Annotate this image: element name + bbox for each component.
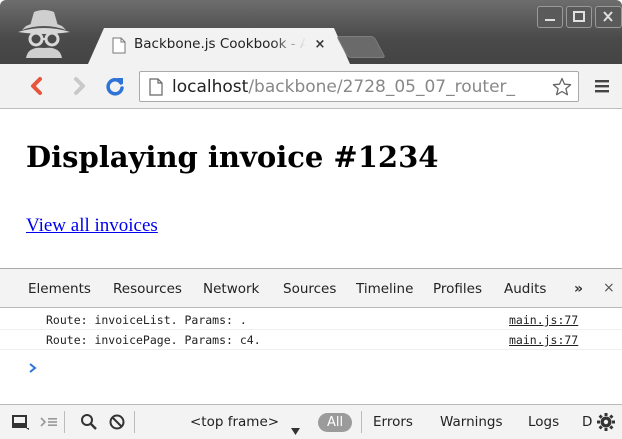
url-host: localhost [172,77,249,97]
toolbar-divider [134,411,135,433]
page-content: Displaying invoice #1234 View all invoic… [0,110,622,268]
filter-warnings[interactable]: Warnings [440,414,503,430]
tab-elements[interactable]: Elements [28,281,91,299]
url-text[interactable]: localhost/backbone/2728_05_07_router_ [172,76,552,100]
console-panel: Route: invoiceList. Params: . main.js:77… [0,308,622,404]
tab-sources[interactable]: Sources [283,281,336,299]
devtools-bottom-bar: <top frame> All Errors Warnings Logs D [0,404,622,439]
show-drawer-icon[interactable] [40,413,58,431]
console-prompt-icon[interactable] [28,359,38,373]
page-icon [149,78,163,96]
maximize-button[interactable] [566,6,592,28]
gear-icon[interactable] [596,412,616,432]
browser-tab[interactable]: Backbone.js Cookbook - A × [88,28,350,64]
filter-debug[interactable]: D [582,414,592,430]
filter-logs[interactable]: Logs [528,414,559,430]
tab-audits[interactable]: Audits [504,281,546,299]
tab-resources[interactable]: Resources [113,281,182,299]
dock-icon[interactable] [12,413,30,431]
frame-select[interactable]: <top frame> [190,414,279,430]
browser-toolbar: localhost/backbone/2728_05_07_router_ [0,64,622,109]
back-icon[interactable] [26,75,48,97]
console-message: Route: invoiceList. Params: . main.js:77 [0,310,622,330]
tab-close-button[interactable]: × [312,37,328,53]
tab-title: Backbone.js Cookbook - A [134,36,306,52]
menu-icon[interactable] [593,77,611,95]
console-message-text: Route: invoiceList. Params: . [46,313,247,327]
toolbar-divider [361,411,362,433]
forward-icon[interactable] [68,75,90,97]
search-icon[interactable] [80,413,98,431]
view-all-invoices-link[interactable]: View all invoices [26,215,158,237]
page-heading: Displaying invoice #1234 [26,140,439,174]
more-tabs-button[interactable]: » [574,281,583,297]
console-message: Route: invoicePage. Params: c4. main.js:… [0,330,622,350]
reload-icon[interactable] [104,75,126,97]
close-window-button[interactable] [595,6,622,28]
filter-all[interactable]: All [318,413,352,432]
devtools-tabbar: Elements Resources Network Sources Timel… [0,268,622,308]
console-source-link[interactable]: main.js:77 [509,313,578,327]
chevron-down-icon[interactable] [291,420,300,435]
filter-errors[interactable]: Errors [373,414,413,430]
tab-timeline[interactable]: Timeline [356,281,413,299]
address-bar[interactable]: localhost/backbone/2728_05_07_router_ [139,71,579,102]
minimize-button[interactable] [537,6,563,28]
console-message-text: Route: invoicePage. Params: c4. [46,333,261,347]
incognito-icon [16,8,72,58]
tab-profiles[interactable]: Profiles [433,281,482,299]
page-icon [112,37,126,54]
toolbar-divider [64,411,65,433]
tab-network[interactable]: Network [203,281,259,299]
console-source-link[interactable]: main.js:77 [509,333,578,347]
star-icon[interactable] [552,77,572,97]
clear-console-icon[interactable] [108,413,126,431]
devtools-close-button[interactable]: × [603,280,615,296]
url-path: /backbone/2728_05_07_router_ [248,77,516,97]
window-titlebar: Backbone.js Cookbook - A × [0,0,622,64]
